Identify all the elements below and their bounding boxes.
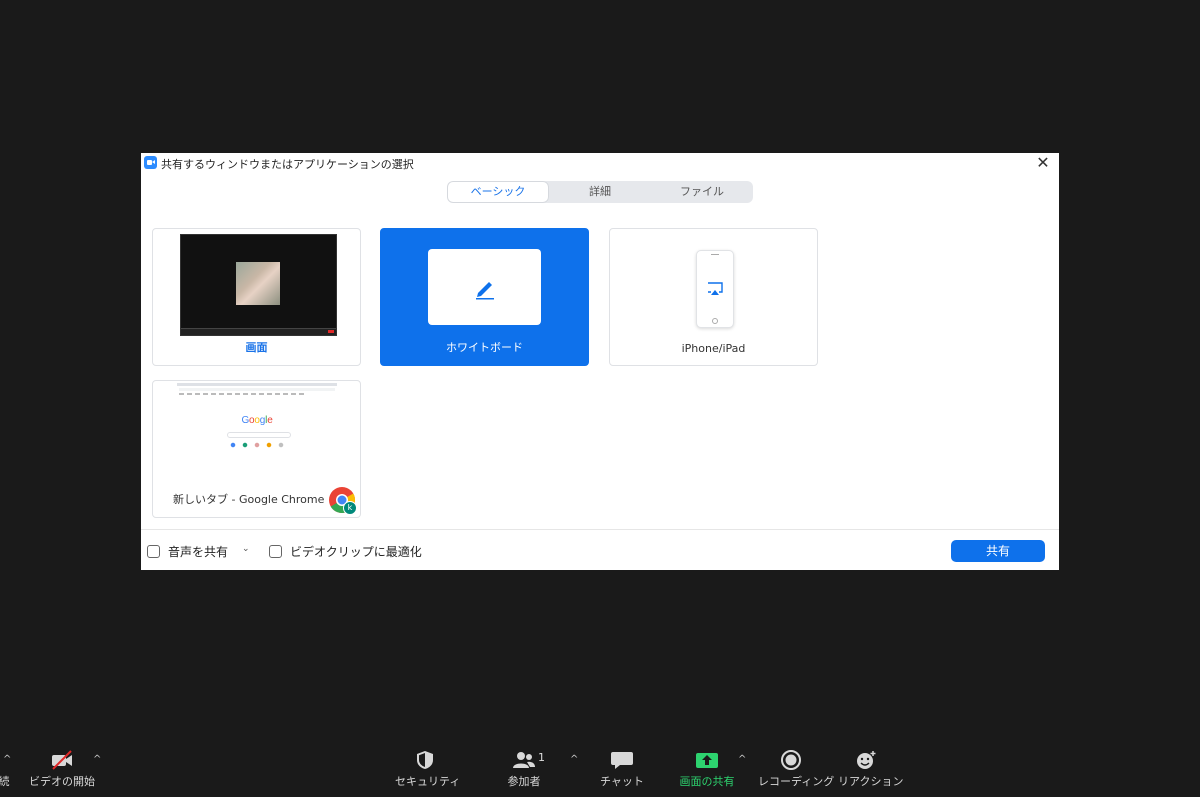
- record-icon: [781, 750, 801, 770]
- toolbar-security-label: セキュリティ: [395, 775, 461, 788]
- footer-divider: [141, 529, 1059, 530]
- share-audio-option[interactable]: 音声を共有: [147, 543, 228, 559]
- toolbar-participants-label: 参加者: [507, 775, 541, 788]
- toolbar-audio-button[interactable]: 続: [0, 750, 14, 789]
- phone-illustration: [696, 250, 734, 328]
- google-logo-text: Google: [241, 415, 273, 426]
- share-button[interactable]: 共有: [951, 540, 1045, 562]
- participants-icon: [513, 752, 535, 768]
- toolbar-chat-label: チャット: [600, 775, 644, 788]
- toolbar-reaction-button[interactable]: リアクション: [838, 750, 904, 789]
- share-audio-checkbox[interactable]: [147, 544, 160, 558]
- title-bar: 共有するウィンドウまたはアプリケーションの選択 ✕: [141, 153, 1059, 173]
- share-audio-label: 音声を共有: [168, 544, 229, 559]
- phone-home-button: [712, 318, 718, 324]
- tab-basic[interactable]: ベーシック: [447, 181, 549, 203]
- pen-icon: [476, 282, 494, 300]
- source-label-iphone-ipad: iPhone/iPad: [681, 342, 746, 355]
- optimize-video-option[interactable]: ビデオクリップに最適化: [269, 543, 422, 559]
- toolbar-share-screen-label: 画面の共有: [679, 775, 735, 788]
- zoom-app-icon: [144, 156, 157, 169]
- tab-bar: ベーシック 詳細 ファイル: [447, 181, 753, 203]
- toolbar-reaction-label: リアクション: [838, 775, 904, 788]
- phone-speaker: [711, 254, 719, 255]
- chrome-bookmarks-bar: [179, 393, 307, 395]
- toolbar-recording-button[interactable]: レコーディング: [758, 750, 835, 789]
- toolbar-video-label: ビデオの開始: [29, 775, 95, 788]
- source-label-whiteboard: ホワイトボード: [446, 341, 523, 354]
- screen-thumbnail-toolbar: [181, 328, 336, 335]
- source-label-screen: 画面: [245, 341, 268, 354]
- whiteboard-canvas: [428, 249, 541, 325]
- toolbar-chat-button[interactable]: チャット: [600, 750, 644, 789]
- profile-badge: k: [343, 501, 357, 515]
- toolbar-share-screen-button[interactable]: 画面の共有: [676, 750, 738, 789]
- shield-icon: [417, 751, 433, 769]
- toolbar-recording-label: レコーディング: [758, 775, 835, 788]
- chrome-window-thumbnail: Google: [177, 383, 337, 465]
- share-screen-caret[interactable]: ^: [738, 754, 746, 765]
- google-shortcuts: [229, 442, 287, 450]
- meeting-toolbar: ^ 続 ビデオの開始 ^ セキュリティ 参加者 1 ^ チャット 画面の共有 ^…: [0, 740, 1200, 797]
- screen-thumbnail-photo: [236, 262, 280, 305]
- source-card-chrome-window[interactable]: Google 新しいタブ - Google Chrome k: [152, 380, 361, 518]
- chrome-tab-strip: [177, 383, 337, 386]
- toolbar-audio-label: 続: [0, 775, 10, 788]
- toolbar-video-button[interactable]: ビデオの開始: [26, 750, 98, 789]
- tab-advanced[interactable]: 詳細: [549, 181, 651, 203]
- reaction-icon: [857, 751, 876, 769]
- source-card-screen[interactable]: 画面: [152, 228, 361, 366]
- participants-caret[interactable]: ^: [570, 754, 578, 765]
- participant-count: 1: [538, 751, 545, 764]
- optimize-video-checkbox[interactable]: [269, 544, 282, 558]
- close-button[interactable]: ✕: [1035, 154, 1051, 172]
- video-off-icon: [52, 750, 72, 770]
- chat-icon: [611, 752, 633, 769]
- source-card-iphone-ipad[interactable]: iPhone/iPad: [609, 228, 818, 366]
- google-search-box: [227, 432, 291, 438]
- dialog-title: 共有するウィンドウまたはアプリケーションの選択: [161, 158, 414, 171]
- mic-icon: [0, 750, 18, 770]
- screen-thumbnail: [180, 234, 337, 336]
- optimize-video-label: ビデオクリップに最適化: [290, 544, 422, 559]
- source-card-whiteboard[interactable]: ホワイトボード: [380, 228, 589, 366]
- chrome-address-bar: [179, 388, 335, 391]
- airplay-icon: [708, 282, 723, 295]
- share-screen-icon: [696, 753, 718, 768]
- video-caret[interactable]: ^: [93, 754, 101, 765]
- audio-options-dropdown[interactable]: ⌄: [242, 544, 250, 554]
- share-dialog: 共有するウィンドウまたはアプリケーションの選択 ✕ ベーシック 詳細 ファイル …: [141, 153, 1059, 570]
- toolbar-security-button[interactable]: セキュリティ: [395, 750, 461, 789]
- tab-files[interactable]: ファイル: [651, 181, 753, 203]
